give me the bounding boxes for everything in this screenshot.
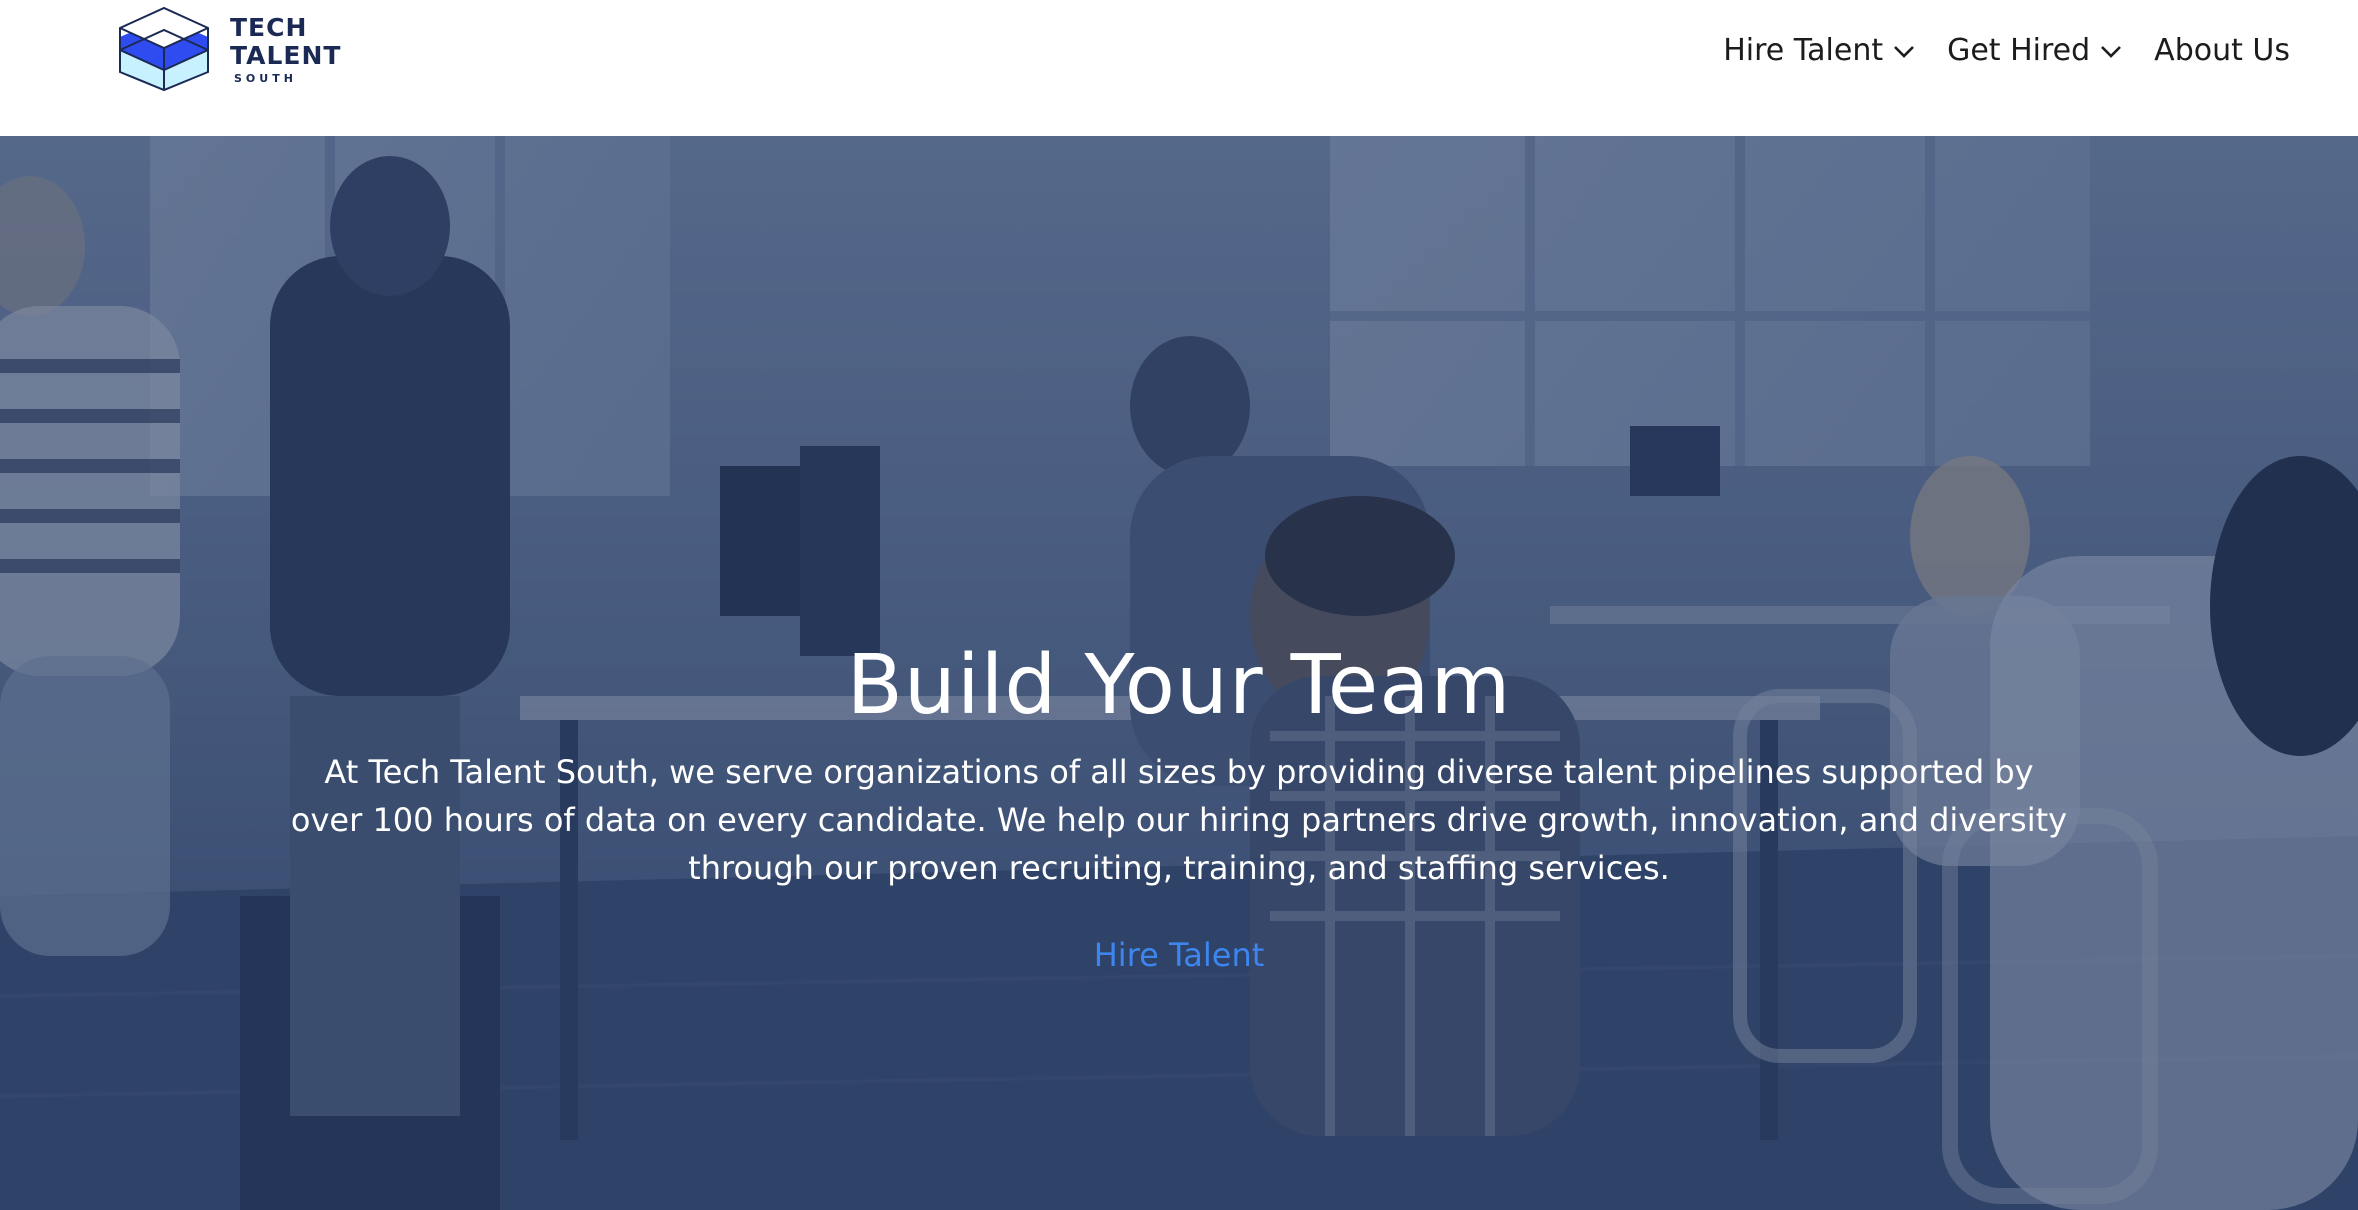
nav-get-hired-label: Get Hired xyxy=(1947,32,2091,68)
chevron-down-icon xyxy=(2101,46,2122,58)
site-header: TECH TALENT SOUTH Hire Talent Get Hired … xyxy=(0,0,2358,136)
nav-hire-talent[interactable]: Hire Talent xyxy=(1723,33,1915,68)
hero-section: Build Your Team At Tech Talent South, we… xyxy=(0,136,2358,1210)
cube-logo-icon xyxy=(119,6,209,92)
main-nav: Hire Talent Get Hired About Us xyxy=(1723,28,2290,72)
logo-text-south: SOUTH xyxy=(234,72,297,85)
chevron-down-icon xyxy=(1894,46,1915,58)
nav-about-us-label: About Us xyxy=(2154,32,2290,68)
hero-description: At Tech Talent South, we serve organizat… xyxy=(290,753,2068,887)
logo[interactable]: TECH TALENT SOUTH xyxy=(118,6,341,92)
hire-talent-link[interactable]: Hire Talent xyxy=(1094,936,1265,974)
hero-content: Build Your Team At Tech Talent South, we… xyxy=(291,636,2067,974)
logo-text-tech: TECH xyxy=(230,13,308,42)
logo-wordmark: TECH TALENT SOUTH xyxy=(230,14,341,88)
nav-about-us[interactable]: About Us xyxy=(2154,33,2290,68)
nav-get-hired[interactable]: Get Hired xyxy=(1947,33,2122,68)
logo-text-talent: TALENT xyxy=(230,41,342,70)
hero-title: Build Your Team xyxy=(846,638,1512,733)
nav-hire-talent-label: Hire Talent xyxy=(1723,32,1884,68)
